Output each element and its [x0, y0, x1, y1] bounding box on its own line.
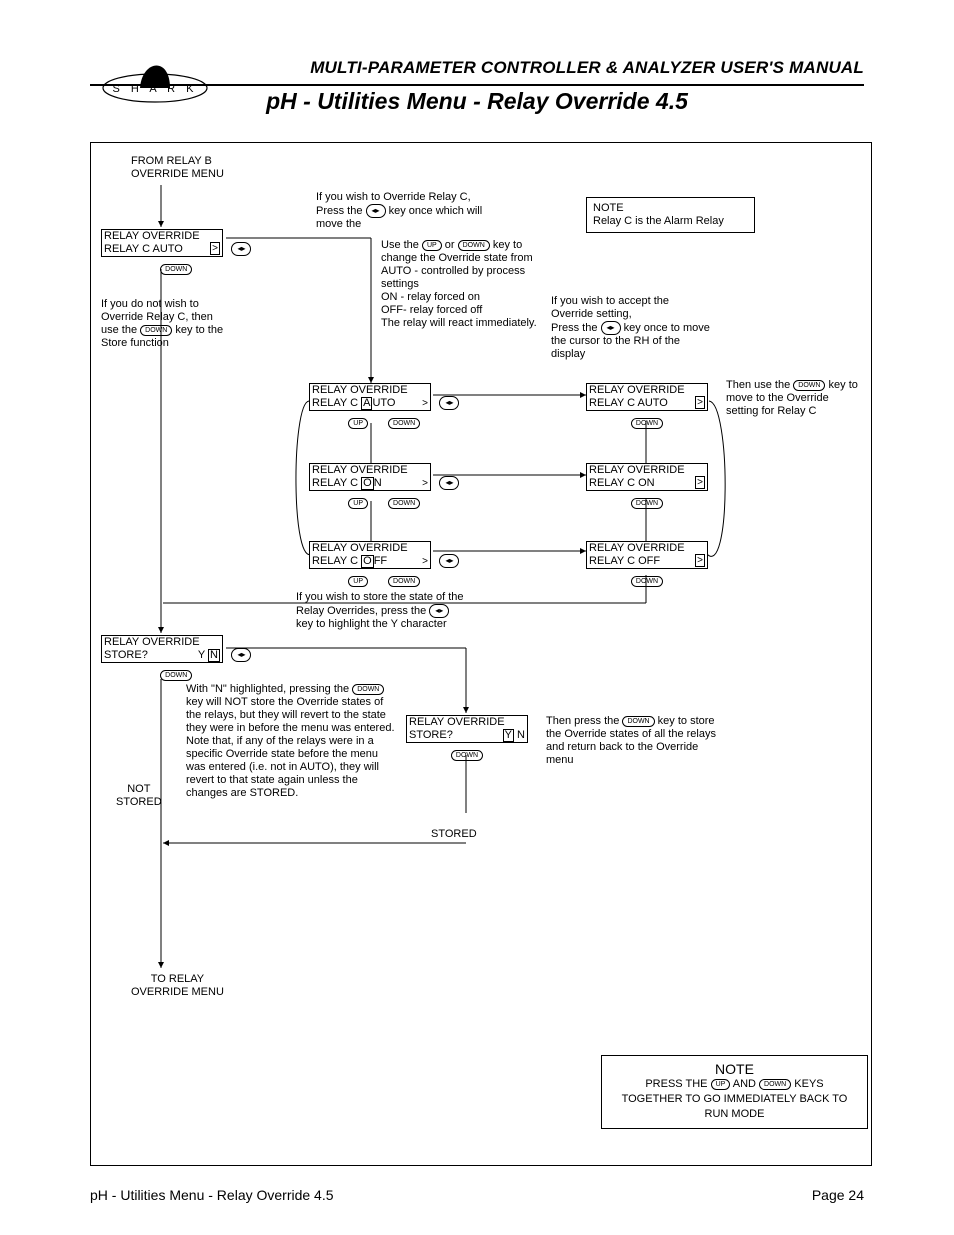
text-store-intro: If you wish to store the state of the Re… — [296, 591, 466, 631]
note-title: NOTE — [593, 202, 748, 215]
down-key-icon: DOWN — [458, 240, 490, 251]
up-key-icon: UP — [348, 418, 368, 429]
text-override-relay-c: If you wish to Override Relay C, Press t… — [316, 191, 491, 231]
note-line1: PRESS THE UP AND DOWN KEYS — [612, 1077, 857, 1092]
down-key-icon: DOWN — [451, 750, 483, 761]
footer-right: Page 24 — [812, 1187, 864, 1203]
note-run-mode: NOTE PRESS THE UP AND DOWN KEYS TOGETHER… — [601, 1055, 868, 1129]
up-key-icon: UP — [348, 576, 368, 587]
down-key-icon: DOWN — [631, 576, 663, 587]
up-key-icon: UP — [711, 1079, 731, 1090]
lcd-relay-c-on-cursor: RELAY OVERRIDE RELAY C ON> — [309, 463, 431, 491]
enter-key-icon — [231, 648, 251, 662]
header-rule — [90, 84, 864, 86]
down-key-icon: DOWN — [388, 576, 420, 587]
entry-label: FROM RELAY B OVERRIDE MENU — [131, 155, 224, 181]
down-key-icon: DOWN — [622, 716, 654, 727]
page-subtitle: pH - Utilities Menu - Relay Override 4.5 — [90, 88, 864, 115]
lcd-store-n: RELAY OVERRIDE STORE?Y N — [101, 635, 223, 663]
label-to-override-menu: TO RELAY OVERRIDE MENU — [131, 973, 224, 999]
enter-key-icon — [601, 321, 621, 335]
lcd-relay-c-auto-confirmed: RELAY OVERRIDE RELAY C AUTO> — [586, 383, 708, 411]
down-key-icon: DOWN — [631, 498, 663, 509]
lcd-relay-c-auto: RELAY OVERRIDE RELAY C AUTO> — [101, 229, 223, 257]
note-relay-c-alarm: NOTE Relay C is the Alarm Relay — [586, 197, 755, 233]
text-use-updown: Use the UP or DOWN key to change the Ove… — [381, 239, 546, 330]
lcd-relay-c-off-confirmed: RELAY OVERRIDE RELAY C OFF> — [586, 541, 708, 569]
lcd-relay-c-off-cursor: RELAY OVERRIDE RELAY C OFF> — [309, 541, 431, 569]
down-key-icon: DOWN — [160, 264, 192, 275]
enter-key-icon — [439, 396, 459, 410]
note-line3: RUN MODE — [612, 1107, 857, 1122]
enter-key-icon — [429, 604, 449, 618]
down-key-icon: DOWN — [388, 498, 420, 509]
down-key-icon: DOWN — [759, 1079, 791, 1090]
footer-left: pH - Utilities Menu - Relay Override 4.5 — [90, 1187, 334, 1203]
enter-key-icon — [366, 204, 386, 218]
note-line2: TOGETHER TO GO IMMEDIATELY BACK TO — [612, 1092, 857, 1107]
text-accept-override: If you wish to accept the Override setti… — [551, 295, 711, 361]
manual-title: MULTI-PARAMETER CONTROLLER & ANALYZER US… — [90, 58, 864, 78]
lcd-relay-c-auto-cursor: RELAY OVERRIDE RELAY C AUTO> — [309, 383, 431, 411]
label-stored: STORED — [431, 828, 477, 840]
text-then-use-down: Then use the DOWN key to move to the Ove… — [726, 379, 861, 418]
note-title: NOTE — [612, 1062, 857, 1077]
enter-key-icon — [439, 476, 459, 490]
up-key-icon: UP — [422, 240, 442, 251]
down-key-icon: DOWN — [388, 418, 420, 429]
note-body: Relay C is the Alarm Relay — [593, 215, 748, 228]
lcd-line2: RELAY C AUTO> — [102, 243, 222, 256]
page-footer: pH - Utilities Menu - Relay Override 4.5… — [90, 1187, 864, 1203]
down-key-icon: DOWN — [140, 325, 172, 336]
text-no-override: If you do not wish to Override Relay C, … — [101, 298, 231, 350]
enter-key-icon — [439, 554, 459, 568]
lcd-relay-c-on-confirmed: RELAY OVERRIDE RELAY C ON> — [586, 463, 708, 491]
enter-key-icon — [231, 242, 251, 256]
down-key-icon: DOWN — [631, 418, 663, 429]
down-key-icon: DOWN — [793, 380, 825, 391]
up-key-icon: UP — [348, 498, 368, 509]
page-header: MULTI-PARAMETER CONTROLLER & ANALYZER US… — [90, 58, 864, 115]
down-key-icon: DOWN — [352, 684, 384, 695]
lcd-line1: RELAY OVERRIDE — [102, 230, 222, 243]
label-not-stored: NOT STORED — [116, 783, 162, 809]
lcd-store-y: RELAY OVERRIDE STORE?Y N — [406, 715, 528, 743]
down-key-icon: DOWN — [160, 670, 192, 681]
text-n-explanation: With "N" highlighted, pressing the DOWN … — [186, 683, 396, 800]
text-then-press-down-store: Then press the DOWN key to store the Ove… — [546, 715, 726, 767]
flowchart-frame: FROM RELAY B OVERRIDE MENU RELAY OVERRID… — [90, 142, 872, 1166]
